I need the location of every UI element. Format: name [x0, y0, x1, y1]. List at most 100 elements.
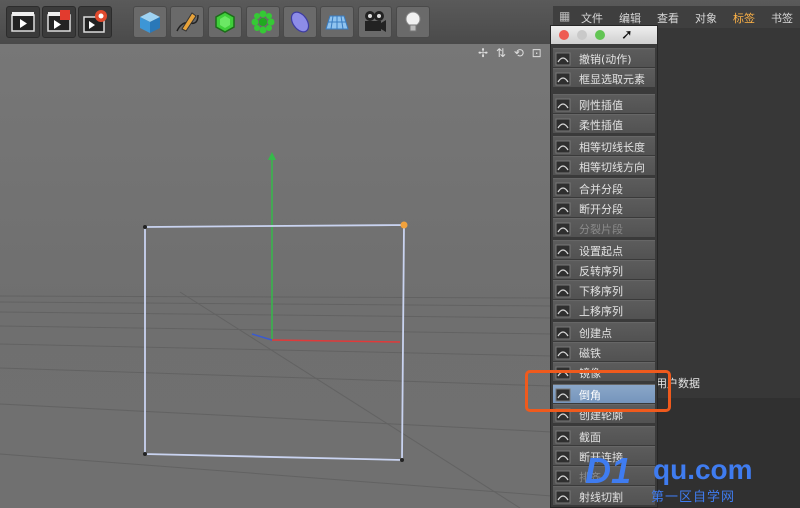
set-first-point-icon: [555, 243, 571, 258]
menu-edit[interactable]: 编辑: [619, 10, 641, 26]
render-settings-icon: [83, 10, 107, 33]
menu-item-label: 下移序列: [579, 285, 623, 298]
floor-icon: [325, 15, 349, 30]
watermark-subtitle: 第一区自学网: [651, 490, 736, 505]
grid-icon[interactable]: ▦: [559, 9, 570, 23]
menu-item[interactable]: 框显选取元素: [553, 68, 655, 87]
cube-icon: [140, 12, 160, 33]
line-cut-icon: [555, 489, 571, 504]
menu-item[interactable]: 断开分段: [553, 198, 655, 217]
menu-item-label: 创建点: [579, 327, 612, 340]
maximize-icon[interactable]: [595, 30, 605, 40]
menu-item-label: 磁铁: [579, 347, 601, 360]
mouse-cursor-icon: ➚: [621, 27, 633, 43]
disconnect-icon: [555, 449, 571, 464]
menu-item[interactable]: 下移序列: [553, 280, 655, 299]
selected-point[interactable]: [400, 221, 408, 229]
menu-item[interactable]: 合并分段: [553, 178, 655, 197]
rectangle-spline[interactable]: [144, 224, 405, 461]
menu-item[interactable]: 上移序列: [553, 300, 655, 319]
explode-segments-icon: [555, 221, 571, 236]
menu-view[interactable]: 查看: [657, 10, 679, 26]
annotation-highlight-box: [525, 370, 671, 412]
3d-viewport[interactable]: [0, 44, 552, 508]
menu-titlebar: ➚: [551, 26, 657, 44]
reverse-sequence-icon: [555, 263, 571, 278]
menu-item-label: 断开分段: [579, 203, 623, 216]
render-settings-button[interactable]: [78, 6, 112, 38]
hard-interpolation-icon: [555, 97, 571, 112]
spline-point[interactable]: [143, 452, 147, 456]
menu-file[interactable]: 文件: [581, 10, 603, 26]
close-icon[interactable]: [559, 30, 569, 40]
cross-section-icon: [555, 429, 571, 444]
menu-item-label: 刚性插值: [579, 99, 623, 112]
menu-item[interactable]: 撤销(动作): [553, 48, 655, 67]
menu-bookmarks[interactable]: 书签: [771, 10, 793, 26]
camera-button[interactable]: [358, 6, 392, 38]
array-icon: [251, 10, 275, 34]
light-button[interactable]: [396, 6, 430, 38]
menu-item-label: 反转序列: [579, 265, 623, 278]
render-view-icon: [11, 12, 35, 32]
menu-tags[interactable]: 标签: [733, 10, 755, 26]
pen-spline-icon: [176, 12, 199, 32]
menu-item[interactable]: 反转序列: [553, 260, 655, 279]
menu-item-label: 分裂片段: [579, 223, 623, 236]
menu-item[interactable]: 磁铁: [553, 342, 655, 361]
render-to-picture-viewer-icon: [47, 10, 71, 32]
spline-context-menu: ➚ 撤销(动作) 框显选取元素 刚性插值柔性插值相等切线长度 相等切线方向 合并分段断开…: [550, 25, 658, 508]
menu-item: 分裂片段: [553, 218, 655, 237]
break-segment-icon: [555, 201, 571, 216]
spline-point[interactable]: [143, 225, 147, 229]
menu-item-label: 上移序列: [579, 305, 623, 318]
menu-item[interactable]: 柔性插值: [553, 114, 655, 133]
menu-objects[interactable]: 对象: [695, 10, 717, 26]
deformer-icon: [290, 11, 310, 33]
frame-selection-icon: [555, 71, 571, 86]
menu-item-label: 撤销(动作): [579, 53, 632, 66]
undo-icon: [555, 51, 571, 66]
array-button[interactable]: [246, 6, 280, 38]
menu-item-label: 相等切线方向: [579, 161, 645, 174]
pen-button[interactable]: [170, 6, 204, 38]
menu-item-label: 相等切线长度: [579, 141, 645, 154]
y-axis-arrow: [268, 152, 276, 160]
render-view-button[interactable]: [6, 6, 40, 38]
menu-item[interactable]: 相等切线长度: [553, 136, 655, 155]
deformer-button[interactable]: [283, 6, 317, 38]
watermark: D1 qu.com 第一区自学网: [585, 450, 795, 508]
menu-item-label: 框显选取元素: [579, 73, 645, 86]
light-icon: [405, 11, 421, 32]
subdivision-button[interactable]: [208, 6, 242, 38]
menu-item[interactable]: 刚性插值: [553, 94, 655, 113]
minimize-icon[interactable]: [577, 30, 587, 40]
equal-tangent-direction-icon: [555, 159, 571, 174]
floor-button[interactable]: [320, 6, 354, 38]
menu-item[interactable]: 截面: [553, 426, 655, 445]
join-segment-icon: [555, 181, 571, 196]
menu-item-label: 合并分段: [579, 183, 623, 196]
watermark-domain: qu.com: [653, 454, 753, 485]
menu-item-label: 设置起点: [579, 245, 623, 258]
camera-icon: [365, 11, 386, 32]
menu-item[interactable]: 相等切线方向: [553, 156, 655, 175]
menu-item[interactable]: 创建点: [553, 322, 655, 341]
spline-point[interactable]: [400, 458, 404, 462]
soft-interpolation-icon: [555, 117, 571, 132]
render-picture-viewer-button[interactable]: [42, 6, 76, 38]
viewport-scene: [0, 152, 552, 508]
viewport-navigation-icons[interactable]: ✢ ⇅ ⟲ ⊡: [478, 46, 552, 62]
equal-tangent-length-icon: [555, 139, 571, 154]
menu-item[interactable]: 设置起点: [553, 240, 655, 259]
menu-item-label: 截面: [579, 431, 601, 444]
x-axis: [271, 339, 401, 343]
magnet-icon: [555, 345, 571, 360]
move-down-sequence-icon: [555, 283, 571, 298]
move-up-sequence-icon: [555, 303, 571, 318]
subdivision-icon: [215, 11, 235, 33]
create-point-icon: [555, 325, 571, 340]
watermark-logo: D1: [585, 450, 632, 491]
cube-button[interactable]: [133, 6, 167, 38]
line-up-icon: [555, 469, 571, 484]
